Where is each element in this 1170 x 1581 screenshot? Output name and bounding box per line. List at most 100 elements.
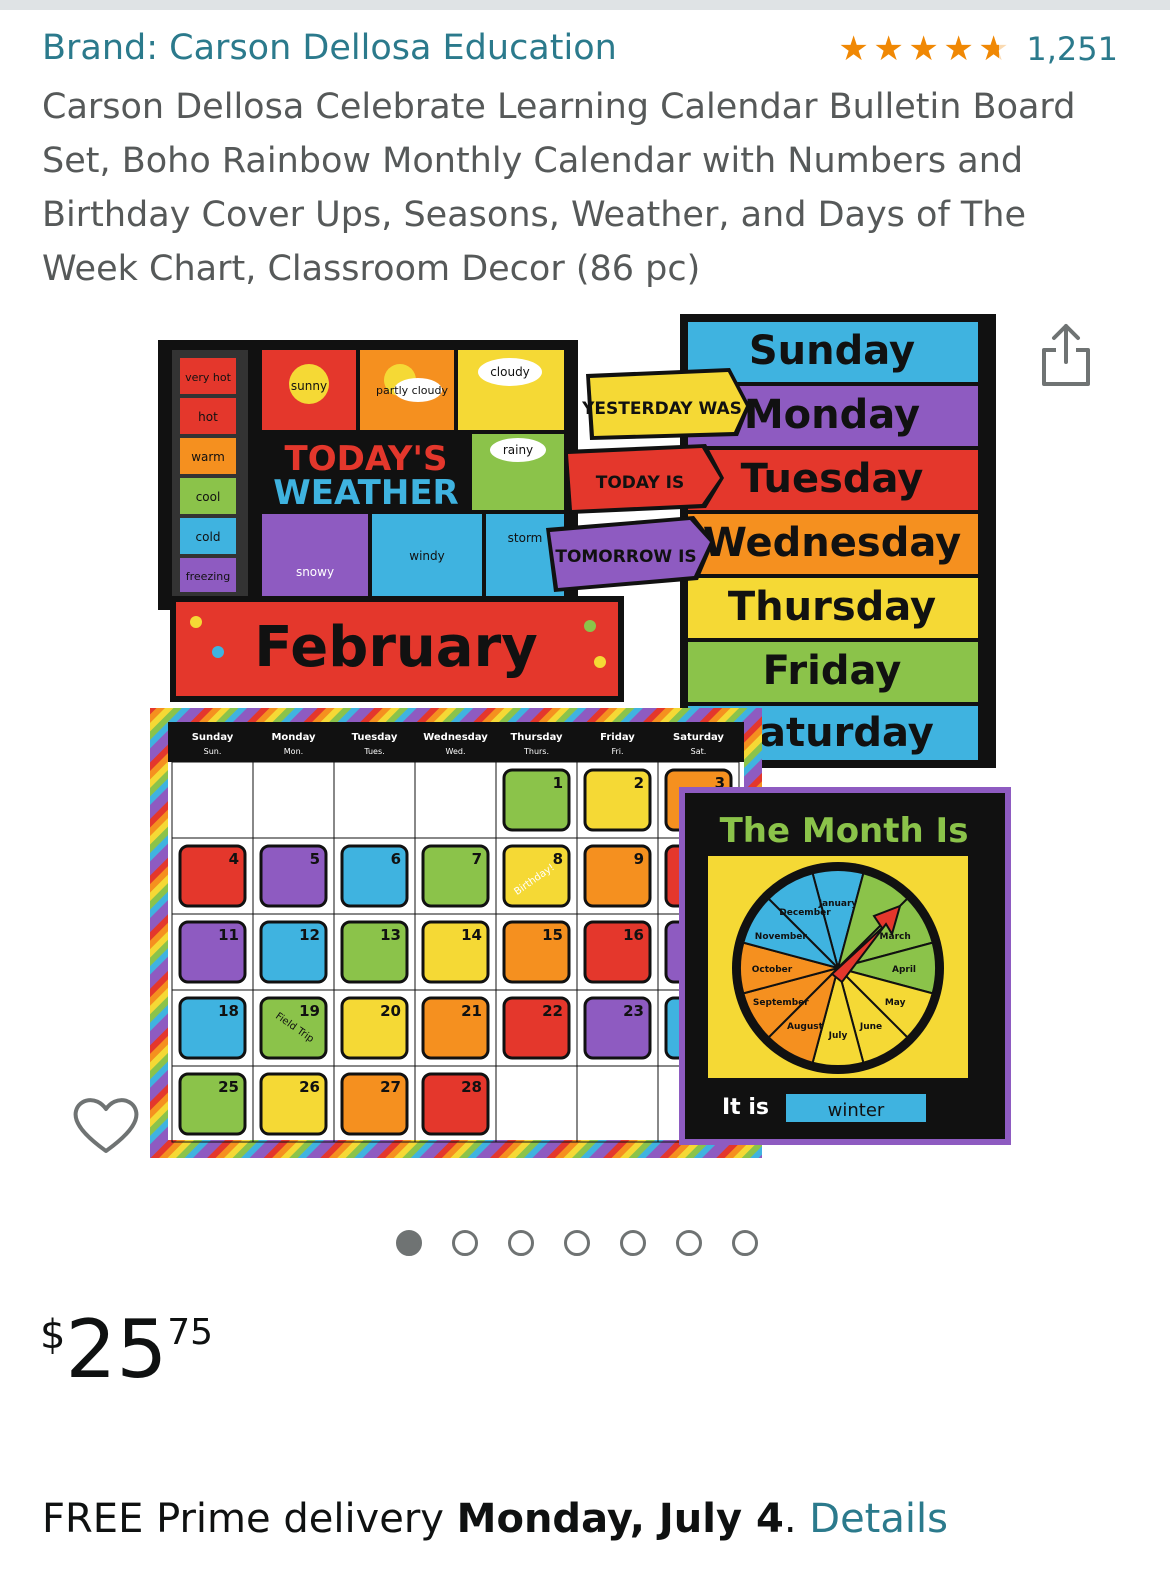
day-label: Sunday bbox=[749, 328, 915, 374]
weather-label: windy bbox=[409, 549, 444, 563]
carousel-dot[interactable] bbox=[620, 1230, 646, 1256]
half-star-icon: ★ ★ bbox=[978, 29, 1009, 69]
heart-icon[interactable] bbox=[72, 1093, 140, 1157]
month-banner-label: February bbox=[254, 615, 537, 680]
calendar-number: 27 bbox=[380, 1078, 401, 1096]
rating-count[interactable]: 1,251 bbox=[1026, 30, 1118, 68]
calendar-header: Friday bbox=[600, 732, 635, 743]
carousel-dot[interactable] bbox=[508, 1230, 534, 1256]
calendar-number: 14 bbox=[461, 926, 482, 944]
delivery-date: Monday, July 4 bbox=[456, 1496, 784, 1542]
top-divider bbox=[0, 0, 1170, 10]
calendar-header-abbr: Mon. bbox=[284, 747, 303, 756]
day-label: Monday bbox=[744, 392, 920, 438]
weather-label: cloudy bbox=[490, 365, 530, 379]
month-wheel-title: The Month Is bbox=[720, 811, 969, 851]
share-icon[interactable] bbox=[1040, 322, 1092, 388]
calendar-number: 18 bbox=[218, 1002, 239, 1020]
weather-heading: WEATHER bbox=[273, 473, 458, 513]
star-rating: ★ ★ ★ ★ ★ ★ bbox=[838, 32, 1012, 66]
product-image[interactable]: very hot hot warm cool cold freezing sun… bbox=[150, 310, 1020, 1170]
calendar-number: 13 bbox=[380, 926, 401, 944]
wheel-month-label: May bbox=[885, 998, 906, 1008]
calendar-number: 19 bbox=[299, 1002, 320, 1020]
image-carousel-dots[interactable] bbox=[396, 1230, 758, 1256]
weather-label: snowy bbox=[296, 565, 334, 579]
delivery-message: FREE Prime delivery Monday, July 4. Deta… bbox=[42, 1496, 948, 1542]
wheel-month-label: March bbox=[880, 932, 911, 942]
weather-label: rainy bbox=[503, 443, 533, 457]
wheel-month-label: October bbox=[752, 965, 793, 975]
calendar-number: 4 bbox=[229, 850, 239, 868]
calendar-number: 11 bbox=[218, 926, 239, 944]
carousel-dot[interactable] bbox=[676, 1230, 702, 1256]
month-wheel: JanuaryMarchAprilMayJuneJulyAugustSeptem… bbox=[739, 869, 937, 1067]
season-label: winter bbox=[828, 1100, 885, 1121]
calendar-number: 5 bbox=[310, 850, 320, 868]
calendar-number: 7 bbox=[472, 850, 482, 868]
weather-label: partly cloudy bbox=[376, 384, 448, 397]
carousel-dot[interactable] bbox=[452, 1230, 478, 1256]
thermo-label: cool bbox=[196, 490, 221, 504]
calendar-number: 8 bbox=[553, 850, 563, 868]
thermo-label: very hot bbox=[185, 371, 232, 384]
delivery-suffix: . bbox=[783, 1496, 810, 1542]
thermo-label: warm bbox=[191, 450, 225, 464]
calendar-header: Sunday bbox=[192, 732, 234, 743]
calendar-header-abbr: Wed. bbox=[446, 747, 466, 756]
carousel-dot[interactable] bbox=[732, 1230, 758, 1256]
calendar-number: 16 bbox=[623, 926, 644, 944]
tomorrow-label: TOMORROW IS bbox=[555, 547, 696, 567]
wheel-month-label: July bbox=[828, 1031, 848, 1041]
today-label: TODAY IS bbox=[596, 473, 685, 493]
delivery-details-link[interactable]: Details bbox=[809, 1496, 948, 1542]
calendar-number: 26 bbox=[299, 1078, 320, 1096]
calendar-number: 1 bbox=[553, 774, 563, 792]
calendar-number: 9 bbox=[634, 850, 644, 868]
calendar-number: 12 bbox=[299, 926, 320, 944]
month-banner: February bbox=[170, 596, 624, 702]
carousel-dot[interactable] bbox=[564, 1230, 590, 1256]
rating-summary[interactable]: ★ ★ ★ ★ ★ ★ 1,251 bbox=[838, 30, 1118, 68]
it-is-label: It is bbox=[722, 1095, 769, 1120]
wheel-month-label: April bbox=[892, 965, 916, 975]
day-label: Friday bbox=[763, 648, 902, 694]
wheel-month-label: June bbox=[859, 1022, 882, 1032]
calendar-number: 23 bbox=[623, 1002, 644, 1020]
price-symbol: $ bbox=[40, 1312, 66, 1358]
monthly-calendar: Sunday Sun. Monday Mon. Tuesday Tues. Wednesda… bbox=[150, 708, 762, 1158]
calendar-number: 2 bbox=[634, 774, 644, 792]
calendar-header-abbr: Sat. bbox=[691, 747, 707, 756]
calendar-header: Tuesday bbox=[352, 732, 398, 743]
calendar-header: Saturday bbox=[673, 732, 724, 743]
calendar-header: Thursday bbox=[510, 732, 563, 743]
star-icon: ★ bbox=[943, 29, 974, 69]
calendar-header: Wednesday bbox=[423, 732, 488, 743]
calendar-number: 22 bbox=[542, 1002, 563, 1020]
product-title: Carson Dellosa Celebrate Learning Calend… bbox=[42, 87, 1076, 289]
month-wheel-chart: The Month Is JanuaryMarchAprilMayJuneJul… bbox=[679, 787, 1011, 1145]
calendar-number: 6 bbox=[391, 850, 401, 868]
calendar-number: 20 bbox=[380, 1002, 401, 1020]
price-whole: 25 bbox=[65, 1303, 168, 1396]
price: $ 25 75 bbox=[40, 1300, 213, 1400]
delivery-prefix: FREE Prime delivery bbox=[42, 1496, 457, 1542]
wheel-month-label: December bbox=[779, 908, 831, 918]
carousel-dot[interactable] bbox=[396, 1230, 422, 1256]
thermo-label: freezing bbox=[186, 570, 230, 583]
brand-link[interactable]: Brand: Carson Dellosa Education bbox=[42, 28, 617, 68]
weather-label: sunny bbox=[291, 379, 327, 393]
calendar-header-abbr: Sun. bbox=[204, 747, 222, 756]
calendar-header-abbr: Fri. bbox=[611, 747, 623, 756]
calendar-number: 25 bbox=[218, 1078, 239, 1096]
day-label: Tuesday bbox=[741, 456, 924, 502]
weather-chart: very hot hot warm cool cold freezing sun… bbox=[158, 340, 578, 610]
thermo-label: hot bbox=[198, 410, 218, 424]
day-label: Wednesday bbox=[703, 520, 961, 566]
wheel-month-label: August bbox=[787, 1022, 824, 1032]
star-icon: ★ bbox=[873, 29, 904, 69]
star-icon: ★ bbox=[838, 29, 869, 69]
calendar-number: 15 bbox=[542, 926, 563, 944]
wheel-month-label: November bbox=[755, 932, 808, 942]
calendar-number: 28 bbox=[461, 1078, 482, 1096]
